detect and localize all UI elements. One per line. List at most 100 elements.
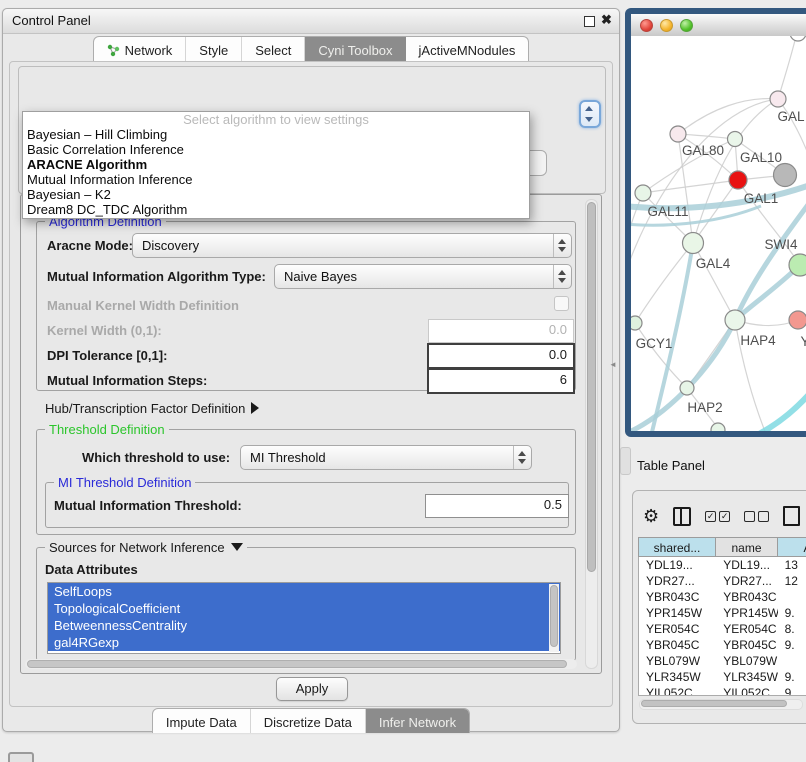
expanded-arrow-icon[interactable] <box>231 543 243 551</box>
data-attributes-list[interactable]: SelfLoopsTopologicalCoefficientBetweenne… <box>47 582 561 654</box>
select-all-columns-icon[interactable]: ✓✓ <box>705 511 730 522</box>
table-cell[interactable]: YER054C <box>716 621 777 637</box>
table-row[interactable]: YLR345WYLR345W9. <box>639 669 806 685</box>
table-row[interactable]: YBL079WYBL079W <box>639 653 806 669</box>
table-cell[interactable]: YIL052C <box>716 685 777 696</box>
table-cell[interactable]: YBR043C <box>716 589 777 605</box>
node-top-partial-node[interactable] <box>790 36 806 41</box>
node-gcy1[interactable] <box>631 316 642 330</box>
collapsed-arrow-icon[interactable] <box>251 402 259 414</box>
column-header-a[interactable]: A <box>778 537 806 557</box>
table-cell[interactable]: YBL079W <box>639 653 716 669</box>
tab-style[interactable]: Style <box>186 37 242 61</box>
table-cell[interactable]: 12 <box>778 573 806 589</box>
combo-stepper-icon[interactable] <box>553 265 571 288</box>
table-cell[interactable]: YBR045C <box>639 637 716 653</box>
close-traffic-light-icon[interactable] <box>640 19 653 32</box>
combo-stepper-icon[interactable] <box>513 446 531 469</box>
column-header-shared[interactable]: shared... <box>638 537 716 557</box>
minimized-panel-icon[interactable] <box>8 752 34 762</box>
aracne-mode-combo[interactable]: Discovery <box>132 233 572 258</box>
network-window-titlebar[interactable] <box>631 14 806 37</box>
node-gal11[interactable] <box>635 185 651 201</box>
node-gal1[interactable] <box>729 171 747 189</box>
node-gal4[interactable] <box>683 233 704 254</box>
settings-vertical-scrollbar[interactable] <box>585 199 598 669</box>
mi-steps-field[interactable]: 6 <box>427 368 575 394</box>
table-cell[interactable]: YDR27... <box>639 573 716 589</box>
table-cell[interactable]: YER054C <box>639 621 716 637</box>
network-canvas[interactable]: GALGAL80GAL10GAL1GAL11SWI4GAL4GCY1HAP4YH… <box>631 36 806 431</box>
table-cell[interactable]: 9 <box>778 685 806 696</box>
popup-item-dream8-dc-tdc-algorithm[interactable]: Dream8 DC_TDC Algorithm <box>23 202 529 217</box>
edge[interactable] <box>778 36 797 99</box>
tab-network[interactable]: Network <box>94 37 187 61</box>
table-row[interactable]: YBR045CYBR045C9. <box>639 637 806 653</box>
combo-stepper-icon[interactable] <box>553 234 571 257</box>
tab-discretize-data[interactable]: Discretize Data <box>251 709 366 733</box>
control-panel-titlebar[interactable]: Control Panel ✖ <box>3 9 619 34</box>
table-cell[interactable]: YBR045C <box>716 637 777 653</box>
popup-item-bayesian-hill-climbing[interactable]: Bayesian – Hill Climbing <box>23 127 529 142</box>
settings-horizontal-scrollbar[interactable] <box>25 659 577 669</box>
column-layout-icon[interactable] <box>673 507 691 526</box>
table-cell[interactable]: 9. <box>778 669 806 685</box>
node-gal10[interactable] <box>728 132 743 147</box>
node-hap2[interactable] <box>680 381 694 395</box>
table-cell[interactable]: YBL079W <box>716 653 777 669</box>
table-cell[interactable]: 13 <box>778 557 806 573</box>
table-cell[interactable]: YIL052C <box>639 685 716 696</box>
dpi-tolerance-field[interactable]: 0.0 <box>427 343 575 369</box>
tab-infer-network[interactable]: Infer Network <box>366 709 469 733</box>
list-vertical-scrollbar[interactable] <box>549 584 559 652</box>
hub-definition-toggle[interactable]: Hub/Transcription Factor Definition <box>45 401 259 416</box>
popup-item-bayesian-k2[interactable]: Bayesian – K2 <box>23 187 529 202</box>
network-view-window[interactable]: GALGAL80GAL10GAL1GAL11SWI4GAL4GCY1HAP4YH… <box>625 8 806 437</box>
popup-item-mutual-information-inference[interactable]: Mutual Information Inference <box>23 172 529 187</box>
table-cell[interactable]: YLR345W <box>639 669 716 685</box>
table-row[interactable]: YER054CYER054C8. <box>639 621 806 637</box>
node-salmon-node[interactable] <box>789 311 806 329</box>
table-cell[interactable]: 8. <box>778 621 806 637</box>
apply-button[interactable]: Apply <box>276 677 348 701</box>
edge[interactable] <box>693 243 735 320</box>
manual-kernel-checkbox[interactable] <box>554 296 569 311</box>
float-window-icon[interactable] <box>584 16 595 27</box>
edge[interactable] <box>759 390 806 431</box>
table-row[interactable]: YDL19...YDL19...13 <box>639 557 806 573</box>
table-row[interactable]: YPR145WYPR145W9. <box>639 605 806 621</box>
splitter-handle[interactable] <box>620 447 631 475</box>
zoom-traffic-light-icon[interactable] <box>680 19 693 32</box>
kernel-width-field[interactable]: 0.0 <box>428 319 574 343</box>
popup-item-aracne-algorithm[interactable]: ARACNE Algorithm <box>23 157 529 172</box>
node-gal-top-node[interactable] <box>770 91 786 107</box>
mi-type-combo[interactable]: Naive Bayes <box>274 264 572 289</box>
table-cell[interactable]: YDR27... <box>716 573 777 589</box>
node-swi4[interactable] <box>789 254 806 276</box>
node-gray-node[interactable] <box>774 164 797 187</box>
node-hap4[interactable] <box>725 310 745 330</box>
table-cell[interactable]: YLR345W <box>716 669 777 685</box>
which-threshold-combo[interactable]: MI Threshold <box>240 445 532 470</box>
edge[interactable] <box>643 180 738 193</box>
table-cell[interactable]: 9. <box>778 605 806 621</box>
sources-group-title[interactable]: Sources for Network Inference <box>45 540 247 555</box>
table-cell[interactable] <box>778 653 806 669</box>
table-cell[interactable]: 9. <box>778 637 806 653</box>
table-cell[interactable]: YPR145W <box>716 605 777 621</box>
edge[interactable] <box>693 180 738 243</box>
tab-jactivemnodules[interactable]: jActiveMNodules <box>406 37 529 61</box>
combo-stepper-focused[interactable] <box>579 100 601 128</box>
deselect-all-columns-icon[interactable] <box>744 511 769 522</box>
column-header-name[interactable]: name <box>716 537 778 557</box>
attribute-item-selfloops[interactable]: SelfLoops <box>48 583 560 600</box>
tab-cyni-toolbox[interactable]: Cyni Toolbox <box>305 37 405 61</box>
edge[interactable] <box>735 265 800 320</box>
table-horizontal-scrollbar[interactable] <box>639 699 803 710</box>
table-row[interactable]: YDR27...YDR27...12 <box>639 573 806 589</box>
table-cell[interactable] <box>778 589 806 605</box>
tab-impute-data[interactable]: Impute Data <box>153 709 251 733</box>
gear-icon[interactable]: ⚙ <box>643 507 659 525</box>
tab-select[interactable]: Select <box>242 37 305 61</box>
splitter-collapse-arrow-icon[interactable]: ◄ <box>609 360 617 369</box>
